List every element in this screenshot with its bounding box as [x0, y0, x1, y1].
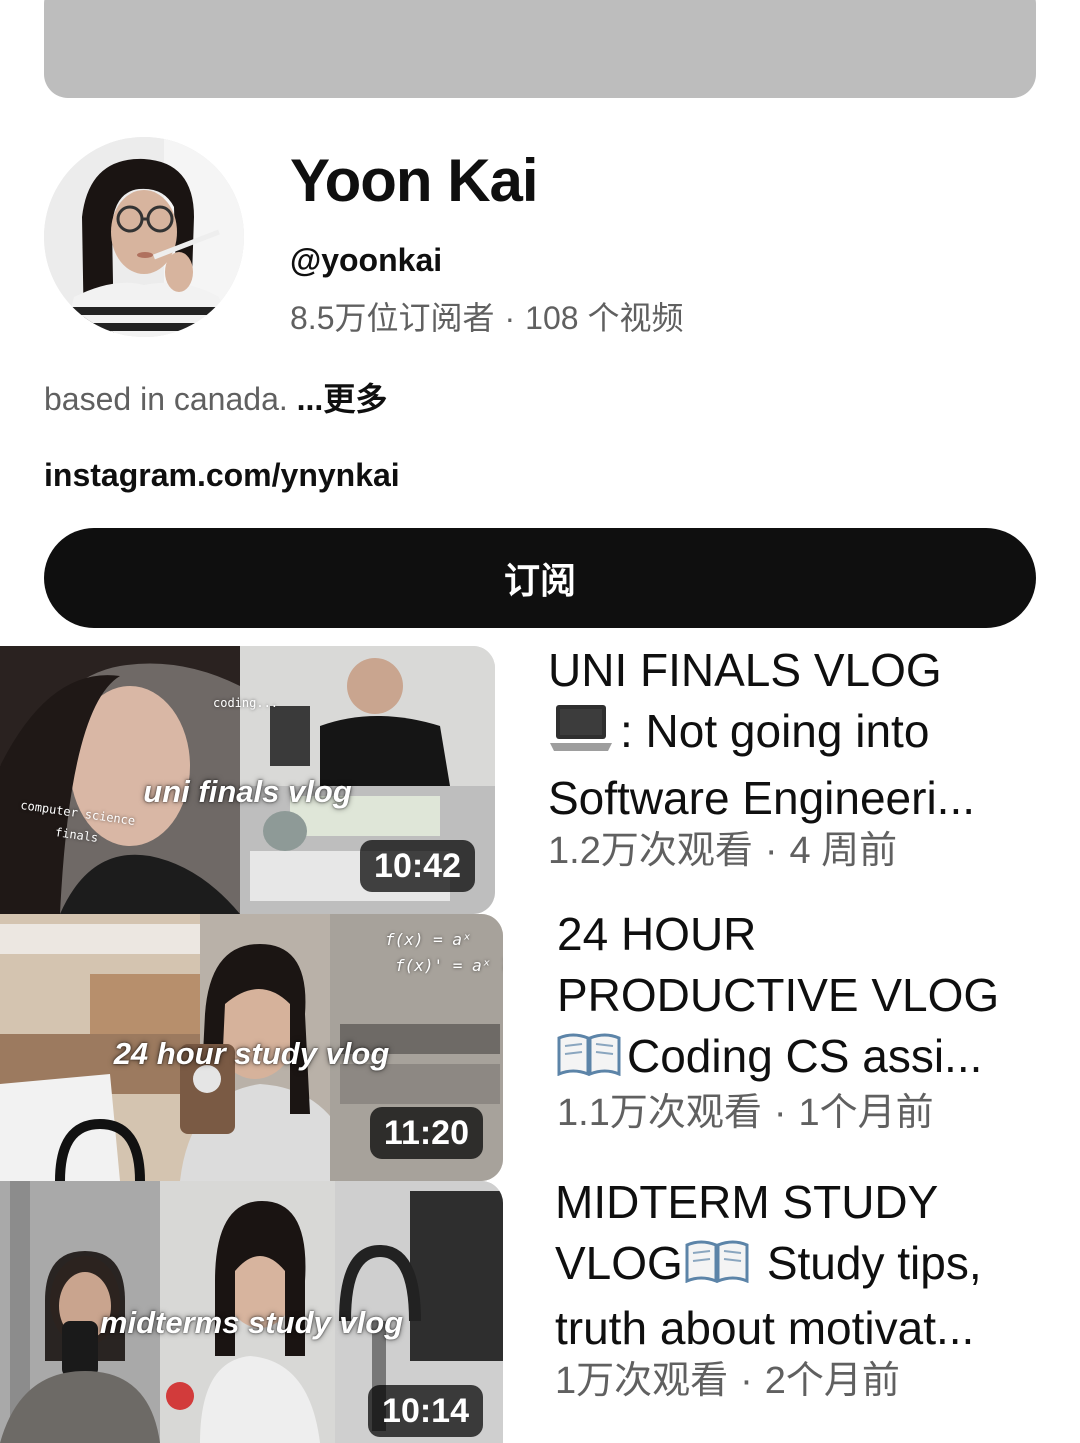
thumbnail-caption: 24 hour study vlog	[113, 1036, 390, 1071]
video-info[interactable]: 24 HOUR PRODUCTIVE VLOG Coding CS assi..…	[557, 904, 1037, 1135]
video-duration: 11:20	[369, 1107, 483, 1159]
video-thumbnail[interactable]: f(x) = aˣ f(x)' = aˣ ln a 24 hour study …	[0, 914, 503, 1181]
channel-stats: 8.5万位订阅者 · 108 个视频	[290, 298, 683, 338]
video-title-line: Software Engineeri...	[548, 772, 976, 824]
meta-separator: ·	[773, 1092, 787, 1134]
thumbnail-caption: midterms study vlog	[99, 1305, 404, 1340]
meta-separator: ·	[740, 1360, 753, 1402]
channel-name: Yoon Kai	[290, 147, 539, 214]
more-link[interactable]: ...更多	[297, 381, 388, 417]
video-count: 108 个视频	[525, 300, 684, 336]
thumbnail-tag: f(x)' = aˣ ln a	[395, 956, 503, 975]
subscriber-count: 8.5万位订阅者	[290, 300, 495, 336]
open-book-icon	[557, 1030, 621, 1091]
video-title-line: PRODUCTIVE VLOG	[557, 969, 1000, 1021]
video-title[interactable]: 24 HOUR PRODUCTIVE VLOG Coding CS assi..…	[557, 904, 1037, 1091]
description-text: based in canada.	[44, 381, 288, 417]
video-title-line: VLOG Study tips,	[555, 1233, 1045, 1298]
video-title[interactable]: UNI FINALS VLOG : Not going into Softwar…	[548, 640, 1048, 829]
video-duration: 10:42	[360, 840, 475, 892]
channel-banner	[44, 0, 1036, 98]
channel-external-link[interactable]: instagram.com/ynynkai	[44, 455, 400, 495]
laptop-icon	[548, 703, 614, 768]
video-title-line: 24 HOUR	[557, 908, 757, 960]
video-meta: 1万次观看 · 2个月前	[555, 1359, 1045, 1403]
channel-description[interactable]: based in canada. ...更多	[44, 379, 387, 419]
view-count: 1.1万次观看	[557, 1092, 762, 1134]
video-title-line: Coding CS assi...	[557, 1026, 1037, 1091]
video-title[interactable]: MIDTERM STUDY VLOG Study tips, truth abou…	[555, 1172, 1045, 1359]
thumbnail-caption: uni finals vlog	[143, 774, 352, 809]
video-info[interactable]: UNI FINALS VLOG : Not going into Softwar…	[548, 640, 1048, 873]
upload-age: 1个月前	[798, 1092, 934, 1134]
video-duration: 10:14	[368, 1385, 483, 1437]
video-title-line: truth about motivat...	[555, 1302, 975, 1354]
video-title-line: MIDTERM STUDY	[555, 1176, 939, 1228]
video-title-line: : Not going into	[548, 701, 1048, 768]
view-count: 1.2万次观看	[548, 830, 753, 872]
video-meta: 1.1万次观看 · 1个月前	[557, 1091, 1037, 1135]
thumbnail-tag: coding...	[213, 696, 279, 710]
thumbnail-tag: f(x) = aˣ	[385, 930, 472, 949]
view-count: 1万次观看	[555, 1360, 729, 1402]
video-info[interactable]: MIDTERM STUDY VLOG Study tips, truth abou…	[555, 1172, 1045, 1403]
upload-age: 2个月前	[764, 1360, 900, 1402]
subscribe-button[interactable]: 订阅	[44, 528, 1036, 628]
video-title-line: UNI FINALS VLOG	[548, 644, 942, 696]
stats-separator: ·	[504, 300, 516, 336]
open-book-icon	[685, 1237, 749, 1298]
meta-separator: ·	[764, 830, 778, 872]
avatar-image	[44, 137, 244, 337]
channel-avatar[interactable]	[44, 137, 244, 337]
video-meta: 1.2万次观看 · 4 周前	[548, 829, 1048, 873]
video-thumbnail[interactable]: midterms study vlog 10:14	[0, 1181, 503, 1443]
upload-age: 4 周前	[789, 830, 898, 872]
channel-handle: @yoonkai	[290, 242, 443, 278]
video-thumbnail[interactable]: coding... computer science finals uni fi…	[0, 646, 495, 914]
